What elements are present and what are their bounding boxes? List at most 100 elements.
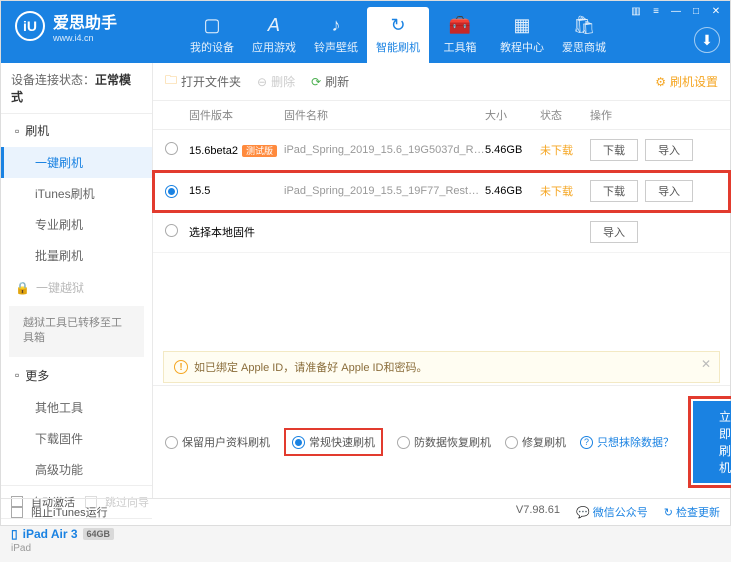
refresh-icon: ↻	[390, 15, 405, 36]
sidebar-item-advanced[interactable]: 高级功能	[1, 454, 152, 485]
import-button[interactable]: 导入	[590, 221, 638, 243]
app-subtitle: www.i4.cn	[53, 33, 117, 43]
close-notice-icon[interactable]: ✕	[701, 357, 711, 371]
device-name: iPad Air 3	[23, 527, 78, 541]
fw-status: 未下载	[540, 183, 590, 199]
opt-label: 防数据恢复刷机	[414, 434, 491, 450]
row-radio[interactable]	[165, 224, 178, 237]
row-radio[interactable]	[165, 185, 178, 198]
nav-tutorials[interactable]: ▦教程中心	[491, 7, 553, 63]
download-button[interactable]: 下载	[590, 180, 638, 202]
th-operation: 操作	[590, 107, 718, 123]
sidebar-item-pro[interactable]: 专业刷机	[1, 209, 152, 240]
flash-button-wrap: 立即刷机	[688, 396, 731, 488]
block-itunes-checkbox[interactable]: 阻止iTunes运行	[11, 504, 108, 520]
wechat-icon: 💬	[576, 507, 590, 519]
conn-label: 设备连接状态：	[11, 73, 95, 87]
jailbreak-note: 越狱工具已转移至工具箱	[9, 306, 144, 357]
flash-now-button[interactable]: 立即刷机	[693, 401, 731, 483]
logo-icon: iU	[15, 11, 45, 41]
titlebar: iU 爱思助手 www.i4.cn ▢我的设备 𝘈应用游戏 ♪铃声壁纸 ↻智能刷…	[1, 1, 730, 63]
sidebar-item-download-fw[interactable]: 下载固件	[1, 423, 152, 454]
import-button[interactable]: 导入	[645, 139, 693, 161]
fw-size: 5.46GB	[485, 144, 540, 156]
radio-icon	[505, 436, 518, 449]
sidebar-group-more[interactable]: ▫更多	[1, 359, 152, 392]
group-label: 更多	[25, 367, 49, 384]
bag-icon: 🛍	[573, 15, 596, 36]
refresh-button[interactable]: ⟳ 刷新	[311, 73, 349, 90]
opt-repair[interactable]: 修复刷机	[505, 434, 566, 450]
nav-ringtones[interactable]: ♪铃声壁纸	[305, 7, 367, 63]
sidebar-item-itunes[interactable]: iTunes刷机	[1, 178, 152, 209]
opt-keep-data[interactable]: 保留用户资料刷机	[165, 434, 270, 450]
settings-icon[interactable]: ≡	[648, 5, 664, 17]
flash-options: 保留用户资料刷机 常规快速刷机 防数据恢复刷机 修复刷机 ? 只想抹除数据？ 立即…	[153, 385, 730, 498]
table-header: 固件版本 固件名称 大小 状态 操作	[153, 101, 730, 130]
group-label: 刷机	[25, 122, 49, 139]
notice-text: 如已绑定 Apple ID，请准备好 Apple ID和密码。	[194, 359, 428, 375]
tablet-icon: ▯	[11, 527, 18, 541]
fw-status: 未下载	[540, 142, 590, 158]
firmware-row[interactable]: 15.6beta2测试版 iPad_Spring_2019_15.6_19G50…	[153, 130, 730, 171]
maximize-icon[interactable]: □	[688, 5, 704, 17]
nav-label: 工具箱	[444, 39, 477, 55]
device-type: iPad	[11, 543, 142, 554]
open-folder-button[interactable]: 🗀打开文件夹	[165, 71, 241, 92]
download-button[interactable]: 下载	[590, 139, 638, 161]
radio-icon	[397, 436, 410, 449]
fw-version: 15.6beta2	[189, 145, 238, 157]
delete-icon: ⊖	[257, 75, 267, 89]
gear-icon: ⚙	[655, 75, 666, 89]
sidebar: 设备连接状态：正常模式 ▫刷机 一键刷机 iTunes刷机 专业刷机 批量刷机 …	[1, 63, 153, 498]
nav-my-device[interactable]: ▢ 我的设备	[181, 7, 243, 63]
nav-store[interactable]: 🛍 爱思商城	[553, 7, 615, 63]
info-icon: !	[174, 360, 188, 374]
delete-button[interactable]: ⊖删除	[257, 73, 295, 90]
nav-toolbox[interactable]: 🧰工具箱	[429, 7, 491, 63]
nav-flash[interactable]: ↻智能刷机	[367, 7, 429, 63]
local-firmware-row[interactable]: 选择本地固件 导入	[153, 212, 730, 253]
nav-apps[interactable]: 𝘈应用游戏	[243, 7, 305, 63]
btn-label: 刷新	[325, 73, 349, 90]
sidebar-item-batch[interactable]: 批量刷机	[1, 240, 152, 271]
sidebar-group-jailbreak[interactable]: 🔒一键越狱	[1, 271, 152, 304]
check-update-link[interactable]: ↻ 检查更新	[664, 504, 720, 520]
question-icon: ?	[580, 436, 593, 449]
radio-icon	[292, 436, 305, 449]
refresh-icon: ⟳	[311, 75, 321, 89]
sidebar-item-oneclick[interactable]: 一键刷机	[1, 147, 152, 178]
apps-icon: 𝘈	[268, 15, 280, 36]
opt-normal-flash[interactable]: 常规快速刷机	[284, 428, 383, 456]
square-icon: ▫	[15, 124, 19, 138]
opt-label: 修复刷机	[522, 434, 566, 450]
opt-anti-recovery[interactable]: 防数据恢复刷机	[397, 434, 491, 450]
device-icon: ▢	[204, 15, 221, 36]
sidebar-group-flash[interactable]: ▫ 刷机	[1, 114, 152, 147]
nav-label: 铃声壁纸	[314, 39, 358, 55]
fw-size: 5.46GB	[485, 185, 540, 197]
th-size: 大小	[485, 107, 540, 123]
flash-settings-button[interactable]: ⚙刷机设置	[655, 73, 718, 90]
firmware-row-selected[interactable]: 15.5 iPad_Spring_2019_15.5_19F77_Restore…	[153, 171, 730, 212]
download-circle-icon[interactable]: ⬇	[694, 27, 720, 53]
apple-id-notice: ! 如已绑定 Apple ID，请准备好 Apple ID和密码。 ✕	[163, 351, 720, 383]
menu-icon[interactable]: ▥	[628, 5, 644, 17]
group-label: 一键越狱	[36, 279, 84, 296]
nav-label: 我的设备	[190, 39, 234, 55]
radio-icon	[165, 436, 178, 449]
link-text: 微信公众号	[593, 507, 648, 519]
erase-only-link[interactable]: ? 只想抹除数据？	[580, 434, 674, 450]
close-icon[interactable]: ✕	[708, 5, 724, 17]
statusbar: 阻止iTunes运行 V7.98.61 💬 微信公众号 ↻ 检查更新	[1, 498, 730, 525]
nav-label: 爱思商城	[562, 39, 606, 55]
wechat-link[interactable]: 💬 微信公众号	[576, 504, 648, 520]
link-text: 只想抹除数据？	[597, 434, 674, 450]
local-fw-label: 选择本地固件	[189, 224, 337, 240]
update-icon: ↻	[664, 507, 673, 519]
minimize-icon[interactable]: —	[668, 5, 684, 17]
row-radio[interactable]	[165, 142, 178, 155]
fw-name: iPad_Spring_2019_15.5_19F77_Restore.ipsw	[284, 185, 485, 197]
import-button[interactable]: 导入	[645, 180, 693, 202]
sidebar-item-other[interactable]: 其他工具	[1, 392, 152, 423]
